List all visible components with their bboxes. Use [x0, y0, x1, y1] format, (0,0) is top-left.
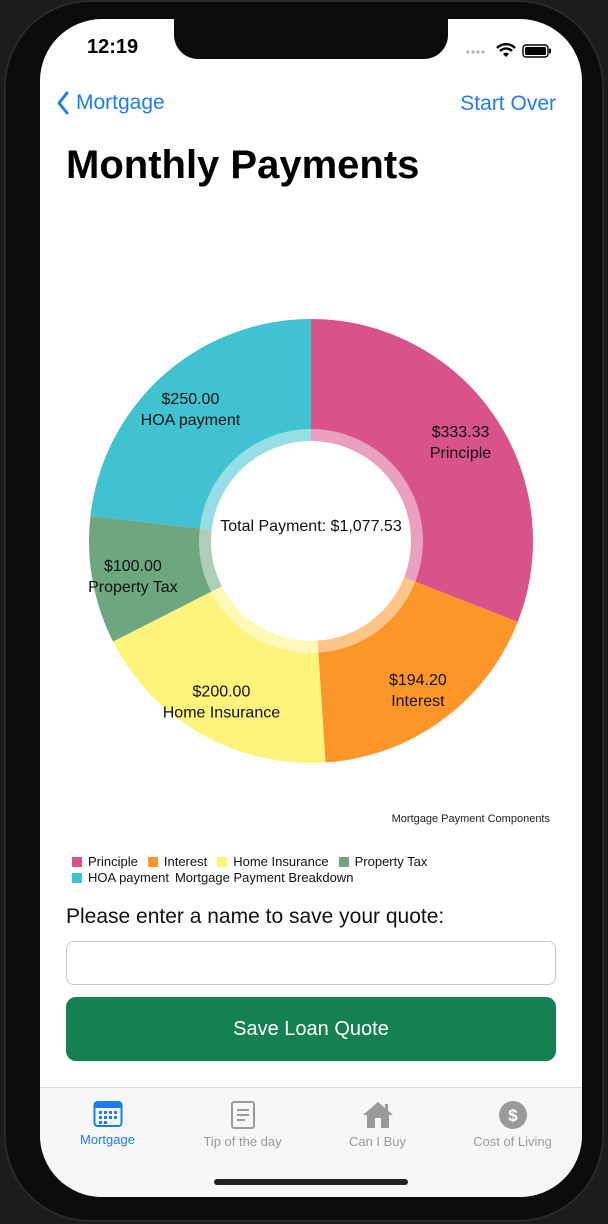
legend-label: Interest: [163, 854, 208, 869]
legend-label: Principle: [88, 854, 138, 869]
house-icon: [362, 1102, 393, 1128]
legend-item-principle: Principle: [72, 854, 138, 870]
tab-label: Mortgage: [80, 1132, 135, 1147]
legend-swatch: [147, 857, 158, 867]
legend-swatch: [72, 873, 82, 883]
legend-item-interest: Interest: [147, 854, 208, 870]
chevron-left-icon: [57, 91, 69, 115]
save-loan-quote-button[interactable]: Save Loan Quote: [66, 997, 556, 1061]
donut-slice-principle: [311, 319, 533, 622]
document-icon: [230, 1101, 255, 1129]
slice-value-label: $333.33: [432, 424, 490, 441]
tab-label: Can I Buy: [348, 1134, 407, 1149]
chart-description: Mortgage Payment Components: [391, 813, 550, 825]
tab-label: Tip of the day: [203, 1134, 282, 1149]
back-button-label: Mortgage: [76, 91, 165, 114]
slice-value-label: $250.00: [162, 391, 220, 408]
phone-frame: 12:19 Mortgage Start Over Monthly Paymen…: [4, 0, 604, 1222]
svg-text:$: $: [508, 1106, 518, 1125]
calendar-icon: [93, 1101, 122, 1127]
slice-name-label: Home Insurance: [163, 704, 280, 721]
slice-name-label: Property Tax: [88, 579, 178, 596]
legend-label: Home Insurance: [233, 854, 329, 869]
signal-icon: [466, 50, 485, 54]
legend-row: Principle Interest Home Insurance Proper…: [72, 854, 427, 870]
home-indicator: [214, 1179, 408, 1185]
chart-legend: Principle Interest Home Insurance Proper…: [72, 854, 427, 886]
notch: [174, 19, 448, 59]
slice-value-label: $100.00: [104, 558, 162, 575]
legend-item-property-tax: Property Tax: [338, 854, 428, 870]
slice-value-label: $200.00: [193, 683, 251, 700]
slice-name-label: Interest: [391, 693, 445, 710]
wifi-icon: [496, 43, 516, 57]
legend-caption: Mortgage Payment Breakdown: [174, 870, 354, 885]
tab-can-i-buy[interactable]: Can I Buy: [310, 1100, 445, 1149]
tab-mortgage[interactable]: Mortgage: [40, 1100, 175, 1147]
slice-name-label: HOA payment: [141, 412, 241, 429]
quote-name-input[interactable]: [66, 941, 556, 985]
phone-screen: 12:19 Mortgage Start Over Monthly Paymen…: [40, 19, 582, 1197]
battery-icon: [522, 44, 551, 58]
back-button[interactable]: Mortgage: [56, 91, 165, 115]
dollar-icon: $: [498, 1101, 527, 1129]
legend-swatch: [72, 857, 82, 867]
legend-swatch: [217, 857, 228, 867]
save-quote-prompt: Please enter a name to save your quote:: [66, 905, 445, 928]
chart-center-label: Total Payment: $1,077.53: [220, 518, 402, 535]
legend-row: HOA payment Mortgage Payment Breakdown: [72, 870, 427, 886]
slice-name-label: Principle: [430, 445, 491, 462]
status-icons: [466, 43, 552, 59]
legend-label: HOA payment: [88, 870, 169, 885]
legend-label: Property Tax: [354, 854, 428, 869]
tab-tip-of-the-day[interactable]: Tip of the day: [175, 1100, 310, 1149]
legend-item-hoa-payment: HOA payment: [72, 870, 169, 886]
slice-value-label: $194.20: [389, 672, 447, 689]
status-time: 12:19: [87, 36, 139, 58]
legend-item-home-insurance: Home Insurance: [217, 854, 329, 870]
tab-label: Cost of Living: [473, 1134, 552, 1149]
legend-swatch: [338, 857, 349, 867]
page-title: Monthly Payments: [66, 143, 420, 187]
tab-cost-of-living[interactable]: $ Cost of Living: [445, 1100, 580, 1149]
start-over-button[interactable]: Start Over: [460, 92, 556, 116]
navigation-bar: Mortgage Start Over: [40, 91, 582, 125]
donut-chart: $333.33 Principle $194.20 Interest $200.00 Ho…: [88, 319, 533, 763]
